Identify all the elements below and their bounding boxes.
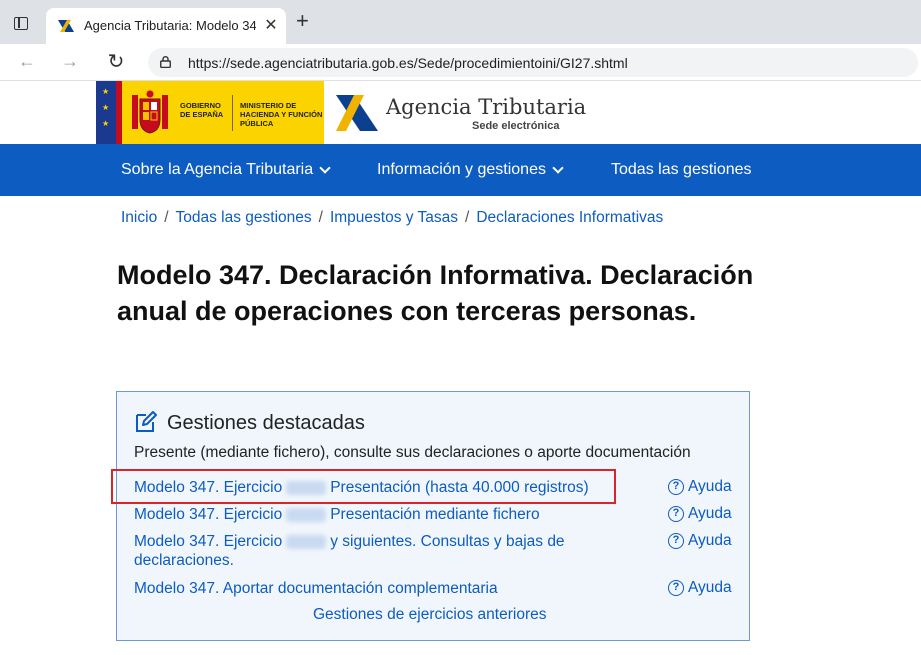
eu-flag-strip: ★ ★ ★ [96,81,116,144]
new-tab-button[interactable]: + [296,10,309,32]
star-icon: ★ [102,103,110,112]
coat-of-arms-icon [132,89,168,134]
url-field[interactable]: https://sede.agenciatributaria.gob.es/Se… [148,48,918,77]
redacted-year [286,534,327,549]
help-label: Ayuda [688,478,732,495]
agency-name[interactable]: Agencia Tributaria [386,95,586,119]
aeat-favicon-icon [58,20,74,32]
help-circle-icon: ? [668,506,684,522]
link-ejercicios-anteriores[interactable]: Gestiones de ejercicios anteriores [313,606,546,624]
help-circle-icon: ? [668,580,684,596]
close-tab-icon[interactable]: ✕ [262,15,280,35]
window-menu-icon[interactable] [14,17,28,30]
logo-divider [232,95,233,131]
help-link-row-2[interactable]: ? Ayuda [668,505,732,523]
browser-tab-bar: Agencia Tributaria: Modelo 347. D ✕ + [0,0,921,44]
gobierno-logo[interactable]: ★ ★ ★ GOBIERNO DE ESPAÑA MINISTERIO DE H… [96,81,324,144]
nav-informacion-gestiones[interactable]: Información y gestiones [377,161,564,179]
ministerio-text: MINISTERIO DE HACIENDA Y FUNCIÓN PÚBLICA [240,101,323,128]
site-header: ★ ★ ★ GOBIERNO DE ESPAÑA MINISTERIO DE H… [0,81,921,144]
link-consultas-bajas[interactable]: Modelo 347. Ejercicio y siguientes. Consu… [134,532,594,570]
help-label: Ayuda [688,532,732,549]
help-label: Ayuda [688,579,732,596]
gobierno-text: GOBIERNO DE ESPAÑA [180,101,224,119]
aeat-logo-icon[interactable] [334,91,382,135]
row-prefix: Modelo 347. Ejercicio [134,533,283,550]
breadcrumb-inicio[interactable]: Inicio [121,209,157,226]
breadcrumb-todas-gestiones[interactable]: Todas las gestiones [176,209,312,226]
help-circle-icon: ? [668,533,684,549]
chevron-down-icon [319,162,331,174]
breadcrumb-declaraciones-informativas[interactable]: Declaraciones Informativas [476,209,663,226]
breadcrumb-separator: / [164,209,169,226]
nav-label: Todas las gestiones [611,161,752,178]
breadcrumb-impuestos-tasas[interactable]: Impuestos y Tasas [330,209,458,226]
address-bar: ← → ↻ https://sede.agenciatributaria.gob… [0,44,921,81]
help-label: Ayuda [688,505,732,522]
help-link-row-3[interactable]: ? Ayuda [668,532,732,550]
chevron-down-icon [552,162,564,174]
agency-subtitle: Sede electrónica [472,120,560,132]
nav-label: Sobre la Agencia Tributaria [121,161,314,178]
gestiones-destacadas-panel: Gestiones destacadas Presente (mediante … [116,391,750,641]
tab-title: Agencia Tributaria: Modelo 347. D [84,18,256,33]
forward-button[interactable]: → [58,51,82,72]
back-button[interactable]: ← [15,51,39,72]
browser-tab[interactable]: Agencia Tributaria: Modelo 347. D ✕ [46,8,286,44]
gestiones-description: Presente (mediante fichero), consulte su… [134,444,691,461]
help-link-row-1[interactable]: ? Ayuda [668,478,732,496]
gestiones-heading: Gestiones destacadas [167,412,365,434]
nav-label: Información y gestiones [377,161,546,178]
reload-button[interactable]: ↻ [104,49,128,74]
nav-sobre-agencia[interactable]: Sobre la Agencia Tributaria [121,161,331,179]
url-text: https://sede.agenciatributaria.gob.es/Se… [188,55,628,71]
highlight-box [111,469,616,504]
row-suffix: Presentación mediante fichero [330,506,540,523]
help-link-row-4[interactable]: ? Ayuda [668,579,732,597]
help-circle-icon: ? [668,479,684,495]
edit-icon [136,411,157,432]
lock-icon[interactable] [160,56,171,68]
link-aportar-documentacion[interactable]: Modelo 347. Aportar documentación comple… [134,579,498,598]
row-prefix: Modelo 347. Aportar documentación comple… [134,580,498,597]
link-presentacion-fichero[interactable]: Modelo 347. Ejercicio Presentación median… [134,505,540,524]
breadcrumb: Inicio / Todas las gestiones / Impuestos y T… [121,209,663,227]
breadcrumb-separator: / [465,209,470,226]
page-title: Modelo 347. Declaración Informativa. Dec… [117,260,754,326]
star-icon: ★ [102,119,110,128]
redacted-year [286,507,327,522]
nav-todas-gestiones[interactable]: Todas las gestiones [611,161,752,179]
breadcrumb-separator: / [318,209,323,226]
row-prefix: Modelo 347. Ejercicio [134,506,283,523]
spain-flag-strip [116,81,122,144]
star-icon: ★ [102,87,110,96]
main-navigation: Sobre la Agencia Tributaria Información … [0,144,921,196]
